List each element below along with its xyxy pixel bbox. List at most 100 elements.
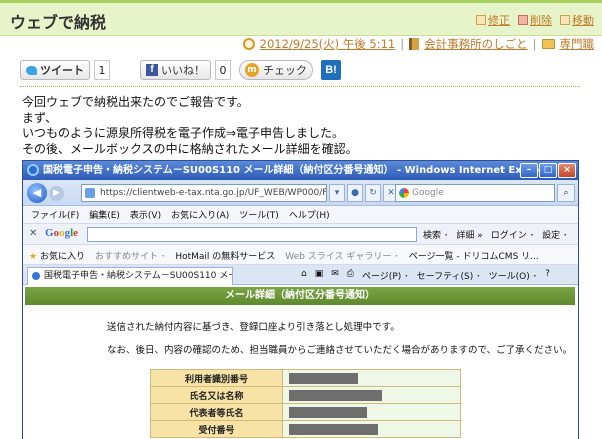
table-row: 氏名又は名称: [150, 386, 461, 404]
body-line: いつものように源泉所得税を電子作成⇒電子申告しました。: [22, 126, 345, 140]
google-search-button[interactable]: 検索 ･: [423, 228, 448, 241]
google-search-input[interactable]: [87, 227, 417, 242]
body-line: まず、: [22, 110, 58, 125]
delete-icon: [518, 15, 528, 25]
star-icon: ★: [29, 252, 38, 262]
notice-paragraph: 送信された納付内容に基づき、登録口座より引き落とし処理中です。: [107, 322, 400, 333]
ie-menu-bar: ファイル(F) 編集(E) 表示(V) お気に入り(A) ツール(T) ヘルプ(…: [23, 206, 578, 223]
table-row: 代表者等氏名: [150, 403, 461, 421]
window-controls: – □ ×: [520, 163, 576, 178]
table-row: 利用者識別番号: [150, 369, 461, 387]
fav-web-slice[interactable]: Web スライス ギャラリー ･: [285, 249, 398, 262]
table-value: [282, 403, 461, 421]
folder-link[interactable]: 専門職: [560, 36, 595, 52]
search-icon[interactable]: ⌕: [557, 184, 575, 202]
like-button[interactable]: f いいね！: [140, 60, 211, 80]
table-row: 受付番号: [150, 420, 461, 438]
menu-file[interactable]: ファイル(F): [31, 208, 79, 221]
home-icon[interactable]: ⌂: [301, 269, 307, 282]
edit-links: 修正 削除 移動: [476, 12, 594, 28]
tools-menu[interactable]: ツール(O) ･: [489, 269, 537, 282]
favorites-bar: ★ お気に入り おすすめサイト ･ HotMail の無料サービス Web スラ…: [23, 245, 578, 265]
menu-view[interactable]: 表示(V): [130, 208, 161, 221]
close-icon[interactable]: ×: [558, 163, 576, 178]
close-toolbar-icon[interactable]: ✕: [29, 228, 37, 239]
post-title-bar: ウェブで納税 修正 削除 移動: [0, 0, 602, 36]
post-date-link[interactable]: 2012/9/25(火) 午後 5:11: [260, 36, 396, 52]
menu-tools[interactable]: ツール(T): [239, 208, 279, 221]
table-value: [282, 420, 461, 438]
favorites-button[interactable]: ★ お気に入り: [29, 249, 85, 262]
mixi-check-icon: m: [245, 63, 259, 77]
google-settings-button[interactable]: 設定 ･: [542, 228, 567, 241]
body-line: その後、メールボックスの中に格納されたメール詳細を確認。: [22, 141, 358, 156]
mail-icon[interactable]: ✉: [331, 269, 339, 282]
google-logo: Google: [45, 227, 79, 239]
tweet-count: 1: [94, 60, 110, 80]
redaction-bar: [289, 389, 382, 401]
address-bar[interactable]: https://clientweb-e-tax.nta.go.jp/UF_WEB…: [81, 184, 327, 202]
post-meta: 2012/9/25(火) 午後 5:11 | 会計事務所のしごと | 専門職: [242, 35, 595, 53]
delete-link[interactable]: 削除: [518, 12, 552, 28]
twitter-bird-icon: [26, 65, 37, 75]
feed-icon[interactable]: ▣: [315, 269, 324, 282]
ie-screenshot: 国税電子申告・納税システム－SU00S110 メール詳細（納付区分番号通知） -…: [22, 160, 579, 439]
post-title: ウェブで納税: [10, 13, 107, 32]
redaction-bar: [289, 423, 378, 435]
table-label: 受付番号: [150, 420, 283, 438]
dropdown-icon[interactable]: ▾: [329, 184, 345, 202]
page: ウェブで納税 修正 削除 移動 2012/9/25(火) 午後 5:11 | 会…: [0, 0, 602, 439]
category-link[interactable]: 会計事務所のしごと: [424, 36, 528, 52]
menu-edit[interactable]: 編集(E): [89, 208, 120, 221]
move-link[interactable]: 移動: [560, 12, 594, 28]
fav-drecom-page[interactable]: ページ一覧 - ドリコムCMS リ...: [409, 249, 539, 262]
notice-paragraph: なお、後日、内容の確認のため、担当職員からご連絡させていただく場合がありますので…: [107, 345, 573, 356]
fav-hotmail[interactable]: HotMail の無料サービス: [175, 249, 275, 262]
help-icon[interactable]: ?: [545, 269, 550, 282]
ie-address-row: ◀ ▶ https://clientweb-e-tax.nta.go.jp/UF…: [23, 180, 578, 206]
meta-separator: |: [400, 37, 405, 51]
address-tools: ▾ ● ↻ ✕: [329, 184, 399, 202]
minimize-icon[interactable]: –: [520, 163, 538, 178]
redaction-bar: [289, 372, 358, 384]
body-line: 今回ウェブで納税出来たのでご報告です。: [22, 95, 249, 109]
tweet-button[interactable]: ツイート: [20, 60, 90, 80]
google-toolbar: ✕ Google 検索 ･ 詳細 » ログイン ･ 設定 ･: [23, 223, 578, 245]
edit-link[interactable]: 修正: [476, 12, 510, 28]
redaction-bar: [289, 406, 367, 418]
table-label: 利用者識別番号: [150, 369, 283, 387]
print-icon[interactable]: ⎙: [347, 269, 354, 282]
ie-page-content: メール詳細（納付区分番号通知） 送信された納付内容に基づき、登録口座より引き落と…: [23, 285, 578, 439]
mixi-check-button[interactable]: m チェック: [239, 60, 313, 80]
menu-help[interactable]: ヘルプ(H): [289, 208, 330, 221]
maximize-icon[interactable]: □: [539, 163, 557, 178]
clock-icon: [242, 38, 255, 50]
google-more-button[interactable]: 詳細 »: [456, 228, 482, 241]
command-bar: ⌂ ▣ ✉ ⎙ ページ(P) ･ セーフティ(S) ･ ツール(O) ･ ?: [301, 269, 550, 282]
refresh-icon[interactable]: ↻: [365, 184, 381, 202]
ie-tab-bar: 国税電子申告・納税システム－SU00S110 メール詳細... ⌂ ▣ ✉ ⎙ …: [23, 265, 578, 285]
lock-icon[interactable]: ●: [347, 184, 363, 202]
meta-separator: |: [532, 37, 537, 51]
ie-tab-active[interactable]: 国税電子申告・納税システム－SU00S110 メール詳細...: [27, 267, 233, 285]
forward-arrow-icon[interactable]: ▶: [49, 186, 64, 201]
google-toolbar-items: 検索 ･ 詳細 » ログイン ･ 設定 ･: [423, 228, 568, 241]
folder-icon: [541, 39, 555, 49]
fav-suggested-sites[interactable]: おすすめサイト ･: [95, 249, 165, 262]
ie-logo-icon: [27, 164, 39, 176]
google-login-button[interactable]: ログイン ･: [491, 228, 534, 241]
hatena-bookmark-button[interactable]: B!: [321, 60, 341, 80]
edit-icon: [476, 15, 486, 25]
page-menu[interactable]: ページ(P) ･: [362, 269, 409, 282]
safety-menu[interactable]: セーフティ(S) ･: [417, 269, 481, 282]
share-row: ツイート 1 f いいね！ 0 m チェック B!: [20, 59, 341, 81]
post-body: 今回ウェブで納税出来たのでご報告です。 まず、 いつものように源泉所得税を電子作…: [22, 95, 358, 157]
move-icon: [560, 15, 570, 25]
table-value: [282, 386, 461, 404]
dotted-divider: [20, 86, 580, 87]
table-value: [282, 369, 461, 387]
menu-favorites[interactable]: お気に入り(A): [171, 208, 229, 221]
back-arrow-icon[interactable]: ◀: [27, 183, 47, 203]
info-table: 利用者識別番号 氏名又は名称 代表者等氏名 受付番号: [150, 369, 461, 438]
ie-search-box[interactable]: Google: [395, 184, 555, 202]
